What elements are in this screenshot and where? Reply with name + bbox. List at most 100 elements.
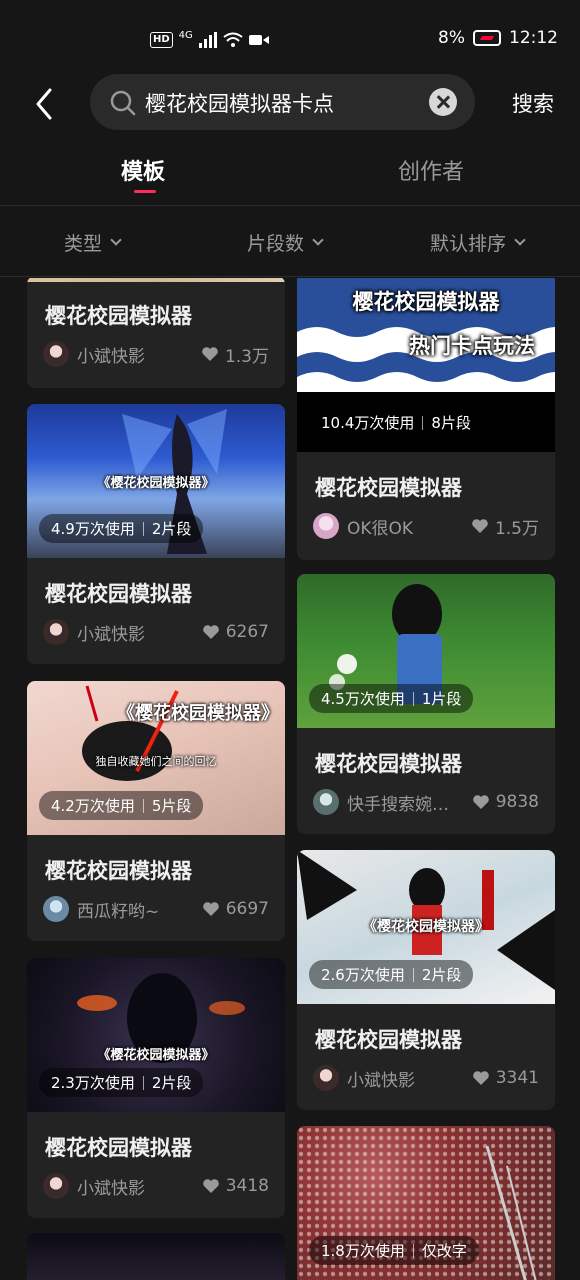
template-card[interactable]: 樱花校园模拟器 小斌快影 1.3万 (27, 278, 285, 388)
filter-sort[interactable]: 默认排序 (430, 229, 526, 256)
usage-caption: 4.2万次使用 5片段 (39, 791, 204, 820)
likes: 6697 (202, 899, 269, 919)
thumbnail-overlay-text-2: 热门卡点玩法 (409, 334, 535, 358)
filter-bar: 类型 片段数 默认排序 (0, 207, 580, 277)
segment-count: 1片段 (421, 690, 462, 708)
active-tab-indicator (134, 190, 156, 193)
template-thumbnail (27, 278, 285, 282)
usage-caption: 4.9万次使用 2片段 (39, 514, 204, 543)
author-name[interactable]: 西瓜籽哟~ (77, 897, 159, 922)
chevron-down-icon (514, 234, 526, 246)
template-title: 樱花校园模拟器 (45, 304, 192, 328)
template-card[interactable]: 《樱花校园模拟器》 独自收藏她们之间的回忆 4.2万次使用 5片段 樱花校园模拟器… (27, 681, 285, 941)
template-card[interactable] (27, 1233, 285, 1280)
filter-type-label: 类型 (64, 233, 103, 255)
likes: 1.3万 (201, 342, 269, 367)
likes-count: 9838 (495, 792, 539, 812)
back-arrow-icon[interactable] (30, 84, 62, 124)
template-card[interactable]: 樱花校园模拟器 热门卡点玩法 10.4万次使用 8片段 樱花校园模拟器 OK很OK… (297, 278, 555, 560)
author-name[interactable]: 小斌快影 (77, 342, 145, 367)
hd-icon: HD (150, 31, 173, 48)
avatar[interactable] (313, 513, 339, 539)
likes: 6267 (202, 622, 269, 642)
author-name[interactable]: OK很OK (347, 514, 413, 539)
network-label: 4G (178, 30, 193, 41)
template-meta: 小斌快影 3418 (43, 1172, 269, 1200)
thumbnail-overlay-text: 《樱花校园模拟器》 (363, 919, 489, 935)
thumbnail-subtext: 独自收藏她们之间的回忆 (95, 755, 217, 768)
avatar[interactable] (43, 1173, 69, 1199)
template-card[interactable]: 《樱花校园模拟器》 2.3万次使用 2片段 樱花校园模拟器 小斌快影 3418 (27, 958, 285, 1218)
wifi-icon (223, 32, 243, 47)
search-input[interactable]: 樱花校园模拟器卡点 (90, 74, 475, 130)
filter-sort-label: 默认排序 (430, 233, 507, 255)
likes-count: 6697 (225, 899, 269, 919)
status-right: 8% 12:12 (438, 28, 558, 48)
filter-type[interactable]: 类型 (64, 229, 122, 256)
segment-count: 仅改字 (421, 1242, 467, 1260)
usage-caption: 4.5万次使用 1片段 (309, 684, 474, 713)
likes-count: 3341 (495, 1068, 539, 1088)
search-icon (110, 90, 136, 116)
filter-segments[interactable]: 片段数 (247, 229, 324, 256)
heart-icon (472, 795, 489, 809)
author-name[interactable]: 小斌快影 (77, 1174, 145, 1199)
template-card[interactable]: 《樱花校园模拟器》 4.9万次使用 2片段 樱花校园模拟器 小斌快影 6267 (27, 404, 285, 664)
clear-icon[interactable] (429, 88, 457, 116)
template-card[interactable]: 4.5万次使用 1片段 樱花校园模拟器 快手搜索婉妤... 9838 (297, 574, 555, 834)
tab-templates[interactable]: 模板 (121, 154, 165, 186)
template-title: 樱花校园模拟器 (45, 582, 192, 606)
avatar[interactable] (313, 1065, 339, 1091)
template-meta: 小斌快影 3341 (313, 1064, 539, 1092)
author-name[interactable]: 小斌快影 (77, 620, 145, 645)
segment-count: 2片段 (151, 520, 192, 538)
avatar[interactable] (43, 896, 69, 922)
avatar[interactable] (43, 619, 69, 645)
template-title: 樱花校园模拟器 (45, 859, 192, 883)
heart-icon (472, 1071, 489, 1085)
usage-count: 4.5万次使用 (321, 690, 405, 708)
template-thumbnail (27, 1233, 285, 1280)
status-left: HD 4G (150, 30, 269, 49)
usage-count: 4.9万次使用 (51, 520, 135, 538)
template-title: 樱花校园模拟器 (315, 752, 462, 776)
usage-count: 2.6万次使用 (321, 966, 405, 984)
likes: 1.5万 (471, 514, 539, 539)
template-meta: OK很OK 1.5万 (313, 512, 539, 540)
filter-segments-label: 片段数 (247, 233, 305, 255)
camera-icon (248, 34, 269, 45)
thumbnail-overlay-text: 樱花校园模拟器 (352, 290, 500, 314)
template-grid: 樱花校园模拟器 小斌快影 1.3万 《樱花校园模拟器》 4.9万次使用 2片段 樱… (0, 278, 580, 1280)
thumbnail-overlay-text: 《樱花校园模拟器》 (117, 703, 279, 724)
clock: 12:12 (509, 28, 558, 48)
template-title: 樱花校园模拟器 (315, 1028, 462, 1052)
avatar[interactable] (313, 789, 339, 815)
likes: 9838 (472, 792, 539, 812)
usage-count: 10.4万次使用 (321, 414, 415, 432)
usage-caption: 1.8万次使用 仅改字 (309, 1236, 479, 1265)
template-card[interactable]: 《樱花校园模拟器》 2.6万次使用 2片段 樱花校园模拟器 小斌快影 3341 (297, 850, 555, 1110)
avatar[interactable] (43, 341, 69, 367)
likes-count: 1.5万 (494, 518, 539, 539)
template-card[interactable]: 1.8万次使用 仅改字 (297, 1126, 555, 1280)
author-name[interactable]: 快手搜索婉妤... (347, 790, 465, 815)
heart-icon (202, 1179, 219, 1193)
tab-bar: 模板 创作者 (0, 150, 580, 206)
usage-caption: 2.6万次使用 2片段 (309, 960, 474, 989)
segment-count: 2片段 (151, 1074, 192, 1092)
template-meta: 西瓜籽哟~ 6697 (43, 895, 269, 923)
battery-icon (473, 30, 501, 46)
author-name[interactable]: 小斌快影 (347, 1066, 415, 1091)
tab-creators[interactable]: 创作者 (398, 154, 464, 186)
likes: 3418 (202, 1176, 269, 1196)
template-title: 樱花校园模拟器 (315, 476, 462, 500)
usage-caption: 10.4万次使用 8片段 (309, 408, 483, 437)
template-meta: 小斌快影 6267 (43, 618, 269, 646)
search-query[interactable]: 樱花校园模拟器卡点 (145, 88, 334, 118)
likes-count: 6267 (225, 622, 269, 642)
search-bar: 樱花校园模拟器卡点 搜索 (0, 74, 580, 132)
heart-icon (202, 902, 219, 916)
search-button[interactable]: 搜索 (512, 88, 554, 118)
battery-percent: 8% (438, 28, 465, 48)
chevron-down-icon (312, 234, 324, 246)
